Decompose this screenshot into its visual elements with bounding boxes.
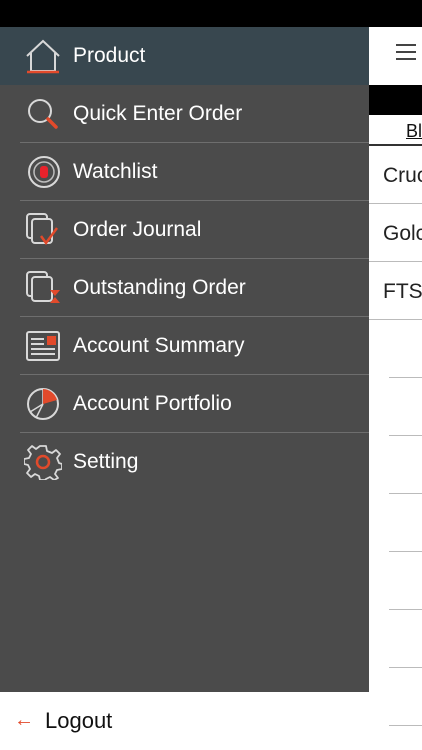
background-list-row[interactable] [389, 436, 422, 494]
status-bar [0, 0, 422, 27]
background-list-row[interactable]: FTS [369, 262, 422, 320]
menu-item-watchlist[interactable]: Watchlist [0, 143, 369, 201]
background-tab[interactable]: Bl [369, 115, 422, 146]
hamburger-menu-icon[interactable] [396, 44, 416, 60]
side-drawer: Product Quick Enter Order Watchlist Orde… [0, 27, 369, 750]
menu-item-account-portfolio[interactable]: Account Portfolio [0, 375, 369, 433]
menu-item-label: Product [73, 44, 146, 67]
menu-item-order-journal[interactable]: Order Journal [0, 201, 369, 259]
menu-item-quick-enter-order[interactable]: Quick Enter Order [0, 85, 369, 143]
background-list-row[interactable] [389, 378, 422, 436]
background-list-row[interactable]: Cruc [369, 146, 422, 204]
house-icon [26, 39, 60, 74]
watchlist-icon [28, 156, 60, 188]
menu-item-outstanding-order[interactable]: Outstanding Order [0, 259, 369, 317]
background-row-label: Cruc [383, 164, 422, 187]
background-list-row[interactable] [389, 552, 422, 610]
background-screen: Bl Cruc Golc FTS [369, 0, 422, 750]
logout-button[interactable]: ← Logout [0, 692, 369, 750]
background-status-bar [369, 0, 422, 27]
background-list-row[interactable] [389, 668, 422, 726]
menu-item-label: Quick Enter Order [73, 102, 243, 125]
background-row-label: FTS [383, 280, 422, 303]
background-list-row[interactable] [389, 320, 422, 378]
menu-item-label: Order Journal [73, 218, 202, 241]
menu-item-product[interactable]: Product [0, 27, 369, 85]
menu-item-account-summary[interactable]: Account Summary [0, 317, 369, 375]
newspaper-icon [26, 331, 60, 361]
background-list-row[interactable] [389, 610, 422, 668]
menu-item-label: Setting [73, 450, 139, 473]
background-header-strip [369, 85, 422, 115]
menu-item-setting[interactable]: Setting [0, 433, 369, 491]
journal-check-icon [26, 213, 59, 246]
background-list-row[interactable] [389, 494, 422, 552]
hourglass-docs-icon [26, 271, 60, 303]
gear-icon [24, 445, 62, 480]
pie-chart-icon [27, 388, 59, 420]
menu-item-label: Outstanding Order [73, 276, 246, 299]
menu-item-label: Watchlist [73, 160, 158, 183]
menu-item-label: Account Portfolio [73, 392, 232, 415]
back-arrow-icon: ← [14, 709, 34, 731]
magnifier-icon [28, 99, 58, 129]
background-tab-label: Bl [406, 121, 422, 141]
background-row-label: Golc [383, 222, 422, 245]
menu-item-label: Account Summary [73, 334, 245, 357]
background-list-row[interactable]: Golc [369, 204, 422, 262]
logout-label: Logout [45, 708, 113, 733]
